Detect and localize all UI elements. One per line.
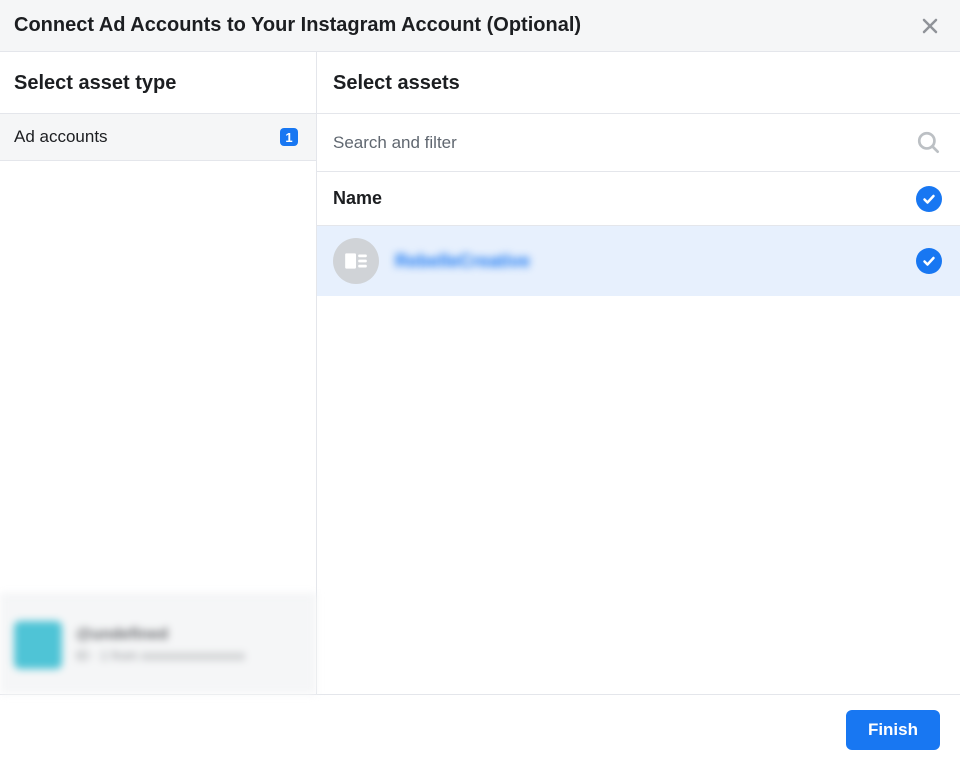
name-column-label: Name: [333, 188, 382, 209]
main-title: Select assets: [317, 52, 960, 114]
dialog-title: Connect Ad Accounts to Your Instagram Ac…: [14, 14, 581, 37]
name-column-header[interactable]: Name: [317, 172, 960, 226]
count-badge: 1: [280, 128, 298, 146]
sidebar: Select asset type Ad accounts 1 @undefin…: [0, 52, 317, 694]
sidebar-item-ad-accounts[interactable]: Ad accounts 1: [0, 114, 316, 161]
sidebar-account-footer: @undefined ID · 1 from xxxxxxxxxxxxxxxx: [0, 594, 316, 694]
account-info: @undefined ID · 1 from xxxxxxxxxxxxxxxx: [76, 626, 245, 663]
sidebar-item-label: Ad accounts: [14, 127, 108, 147]
connect-ad-accounts-dialog: Connect Ad Accounts to Your Instagram Ac…: [0, 0, 960, 764]
dialog-footer: Finish: [0, 694, 960, 764]
main-panel: Select assets Name: [317, 52, 960, 694]
finish-button[interactable]: Finish: [846, 710, 940, 750]
sidebar-title: Select asset type: [0, 52, 316, 114]
asset-name: RebelleCreative: [395, 251, 900, 272]
dialog-header: Connect Ad Accounts to Your Instagram Ac…: [0, 0, 960, 52]
account-subtitle: ID · 1 from xxxxxxxxxxxxxxxx: [76, 648, 245, 663]
sidebar-items: Ad accounts 1: [0, 114, 316, 594]
search-icon: [916, 130, 942, 156]
ad-account-icon: [333, 238, 379, 284]
search-row: [317, 114, 960, 172]
account-name: @undefined: [76, 626, 245, 644]
select-all-check-icon[interactable]: [916, 186, 942, 212]
close-icon[interactable]: [918, 14, 942, 38]
dialog-body: Select asset type Ad accounts 1 @undefin…: [0, 52, 960, 694]
search-input[interactable]: [333, 133, 916, 153]
asset-check-icon[interactable]: [916, 248, 942, 274]
avatar: [14, 621, 62, 669]
asset-row[interactable]: RebelleCreative: [317, 226, 960, 296]
